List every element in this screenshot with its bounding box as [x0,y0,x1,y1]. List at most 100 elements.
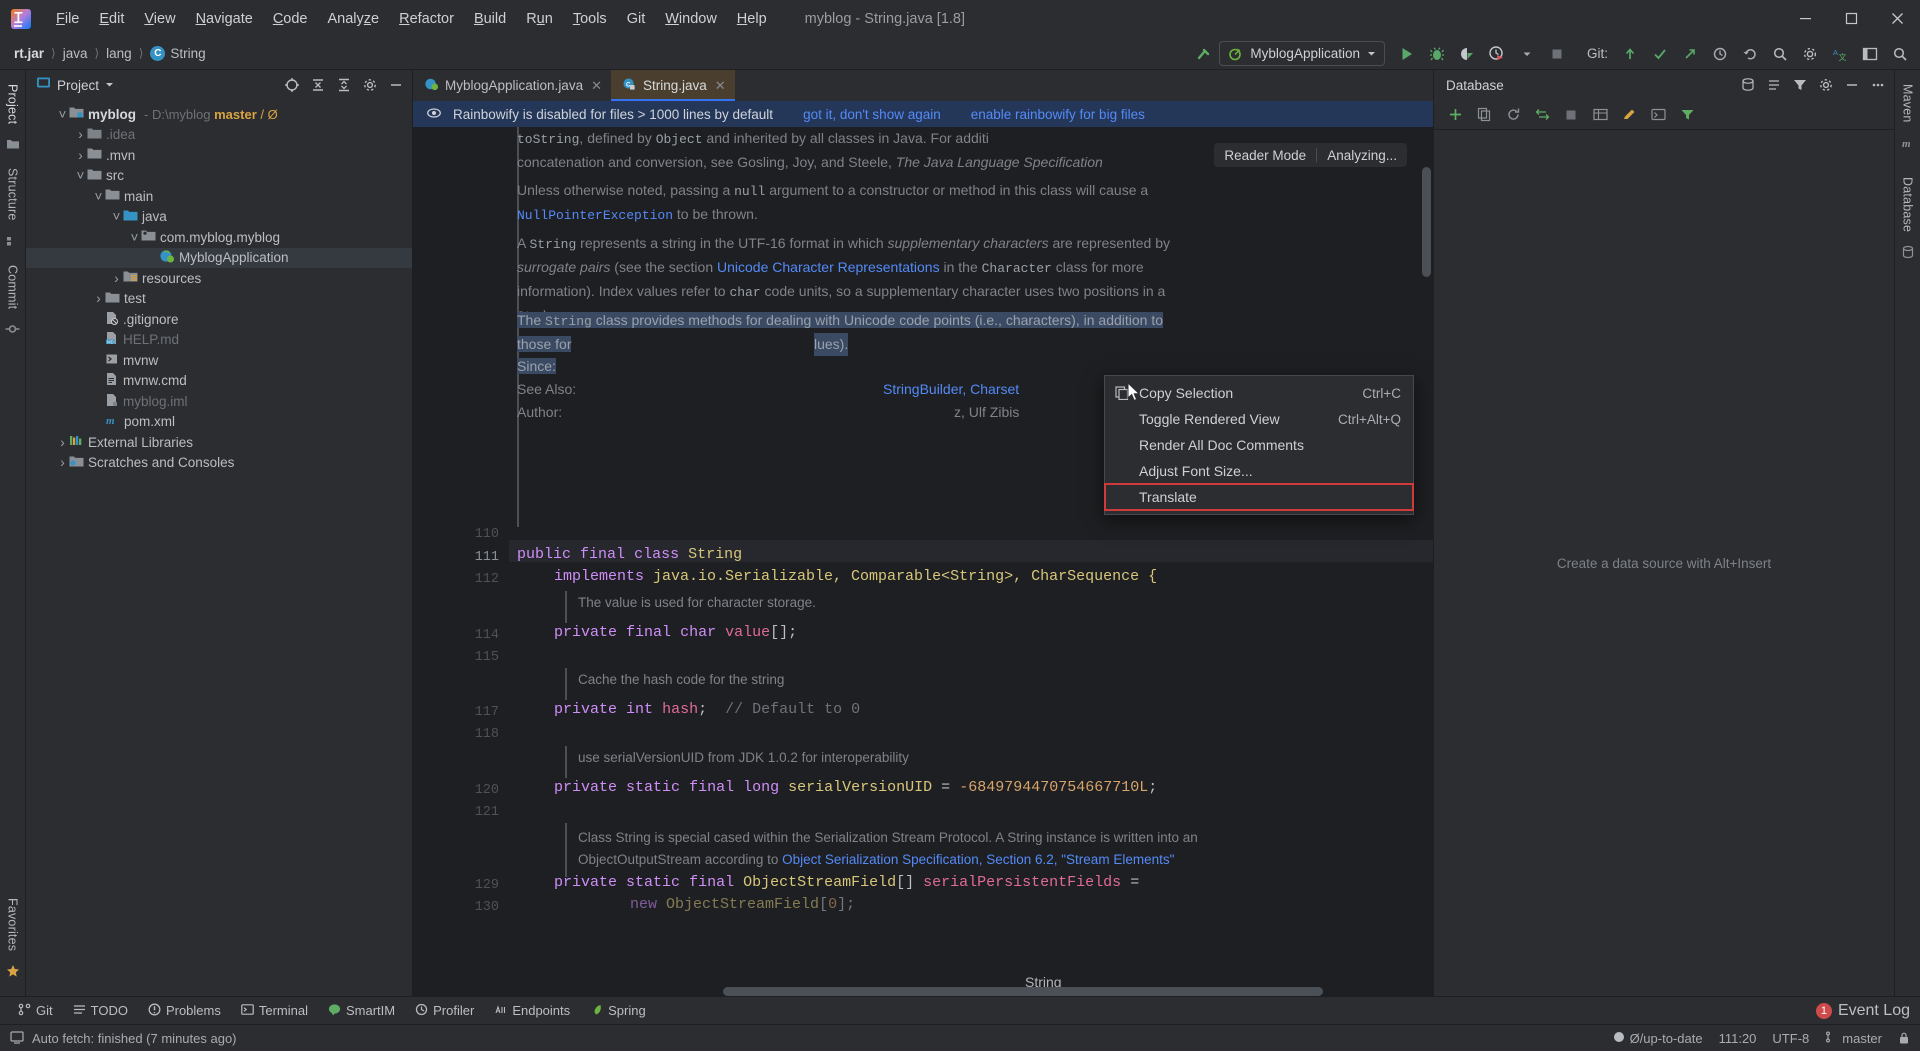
tree-row-help-md[interactable]: MD HELP.md [26,330,412,351]
chevron-right-icon[interactable]: › [74,128,87,141]
run-play-icon[interactable] [1393,41,1421,67]
tool-profiler[interactable]: Profiler [407,1000,482,1022]
menu-navigate[interactable]: Navigate [186,7,263,31]
tree-row-src[interactable]: ˅ src [26,166,412,187]
search-icon[interactable] [1766,41,1794,67]
editor-horizontal-scrollbar[interactable] [723,987,1323,996]
update-arrow-icon[interactable] [1616,41,1644,67]
menu-item-translate[interactable]: Translate [1105,484,1413,510]
breadcrumb-rtjar[interactable]: rt.jar [10,44,48,63]
menu-item-adjust-font-size[interactable]: Adjust Font Size... [1105,458,1413,484]
editor-viewport[interactable]: 110 111 112 114 115 117 118 120 121 129 … [413,127,1433,996]
rail-project[interactable]: Project [3,76,23,132]
chevron-right-icon[interactable]: › [56,456,69,469]
chevron-down-icon[interactable]: ˅ [110,210,123,223]
tree-row-idea[interactable]: › .idea [26,125,412,146]
status-caret-position[interactable]: 111:20 [1719,1031,1757,1046]
rollback-icon[interactable] [1736,41,1764,67]
tree-row-mvn[interactable]: › .mvn [26,145,412,166]
more-icon[interactable] [1866,74,1890,96]
stop-square-icon[interactable] [1543,41,1571,67]
filter-icon[interactable] [1674,103,1700,127]
push-arrow-icon[interactable] [1676,41,1704,67]
tool-git[interactable]: Git [10,1000,61,1022]
chevron-down-icon[interactable] [1513,41,1541,67]
chevron-right-icon[interactable]: › [56,436,69,449]
minus-icon[interactable] [1840,74,1864,96]
tree-row-package[interactable]: ˅ com.myblog.myblog [26,227,412,248]
menu-item-copy-selection[interactable]: Copy Selection Ctrl+C [1105,380,1413,406]
tree-row-pom-xml[interactable]: m pom.xml [26,412,412,433]
doc-seealso-values[interactable]: StringBuilder, Charset [883,378,1019,401]
status-branch[interactable]: master [1825,1031,1882,1046]
tool-problems[interactable]: Problems [140,1000,229,1022]
menu-item-toggle-rendered-view[interactable]: Toggle Rendered View Ctrl+Alt+Q [1105,406,1413,432]
minimize-icon[interactable] [1782,0,1828,37]
chevron-down-icon[interactable]: ˅ [56,108,69,121]
list-icon[interactable] [1762,74,1786,96]
doc-link-object-serialization-spec[interactable]: Object Serialization Specification, Sect… [782,852,1174,867]
debug-bug-icon[interactable] [1423,41,1451,67]
minus-icon[interactable] [384,74,408,96]
history-clock-icon[interactable] [1706,41,1734,67]
editor-gutter[interactable]: 110 111 112 114 115 117 118 120 121 129 … [413,127,509,996]
tool-terminal[interactable]: Terminal [233,1000,316,1022]
tree-row-java[interactable]: ˅ java [26,207,412,228]
tree-row-scratches[interactable]: › Scratches and Consoles [26,453,412,474]
menu-tools[interactable]: Tools [563,7,617,31]
chevron-right-icon[interactable]: › [74,149,87,162]
build-hammer-icon[interactable] [1189,41,1217,67]
plus-icon[interactable] [1442,103,1468,127]
rail-structure[interactable]: Structure [3,160,23,229]
tab-string-java[interactable]: C String.java ✕ [611,70,735,101]
tool-smartim[interactable]: SmartIM [320,1000,403,1022]
menu-refactor[interactable]: Refactor [389,7,464,31]
coverage-icon[interactable] [1453,41,1481,67]
close-icon[interactable] [1874,0,1920,37]
maximize-icon[interactable] [1828,0,1874,37]
editor-vertical-scrollbar[interactable] [1422,167,1431,277]
status-ide-icon[interactable] [10,1030,24,1047]
tree-row-test[interactable]: › test [26,289,412,310]
target-crosshair-icon[interactable] [280,74,304,96]
reader-mode-label[interactable]: Reader Mode [1214,148,1316,163]
event-log-button[interactable]: 1 Event Log [1816,1002,1910,1020]
menu-help[interactable]: Help [727,7,777,31]
breadcrumb-lang[interactable]: lang [102,44,136,63]
status-lock-icon[interactable] [1898,1031,1910,1045]
menu-build[interactable]: Build [464,7,516,31]
tree-row-myblog-iml[interactable]: myblog.iml [26,391,412,412]
tool-endpoints[interactable]: Endpoints [486,1000,578,1022]
menu-edit[interactable]: Edit [89,7,134,31]
pencil-icon[interactable] [1616,103,1642,127]
chevron-down-icon[interactable] [105,76,114,94]
profiler-clock-icon[interactable] [1483,41,1511,67]
collapse-all-icon[interactable] [306,74,330,96]
menu-file[interactable]: File [46,7,89,31]
tree-row-myblogapplication[interactable]: MyblogApplication [26,248,412,269]
chevron-down-icon[interactable]: ˅ [74,169,87,182]
status-encoding[interactable]: UTF-8 [1772,1031,1809,1046]
gear-icon[interactable] [1796,41,1824,67]
sync-icon[interactable] [1529,103,1555,127]
refresh-icon[interactable] [1500,103,1526,127]
chevron-right-icon[interactable]: › [110,272,123,285]
chevron-down-icon[interactable]: ˅ [128,231,141,244]
tab-myblogapplication-java[interactable]: MyblogApplication.java ✕ [413,70,611,101]
status-vcs[interactable]: Ø/up-to-date [1613,1031,1703,1046]
menu-item-render-all-doc-comments[interactable]: Render All Doc Comments [1105,432,1413,458]
gear-icon[interactable] [358,74,382,96]
menu-code[interactable]: Code [263,7,318,31]
gear-icon[interactable] [1814,74,1838,96]
banner-link-enable-rainbowify[interactable]: enable rainbowify for big files [971,107,1145,122]
menu-analyze[interactable]: Analyze [318,7,390,31]
table-icon[interactable] [1587,103,1613,127]
close-icon[interactable]: ✕ [715,78,726,94]
banner-link-got-it[interactable]: got it, don't show again [803,107,941,122]
close-icon[interactable]: ✕ [591,78,602,94]
menu-run[interactable]: Run [516,7,563,31]
tree-row-external-libraries[interactable]: › External Libraries [26,432,412,453]
run-configuration-selector[interactable]: MyblogApplication [1219,41,1385,66]
console-icon[interactable] [1645,103,1671,127]
tree-row-gitignore[interactable]: .gitignore [26,309,412,330]
